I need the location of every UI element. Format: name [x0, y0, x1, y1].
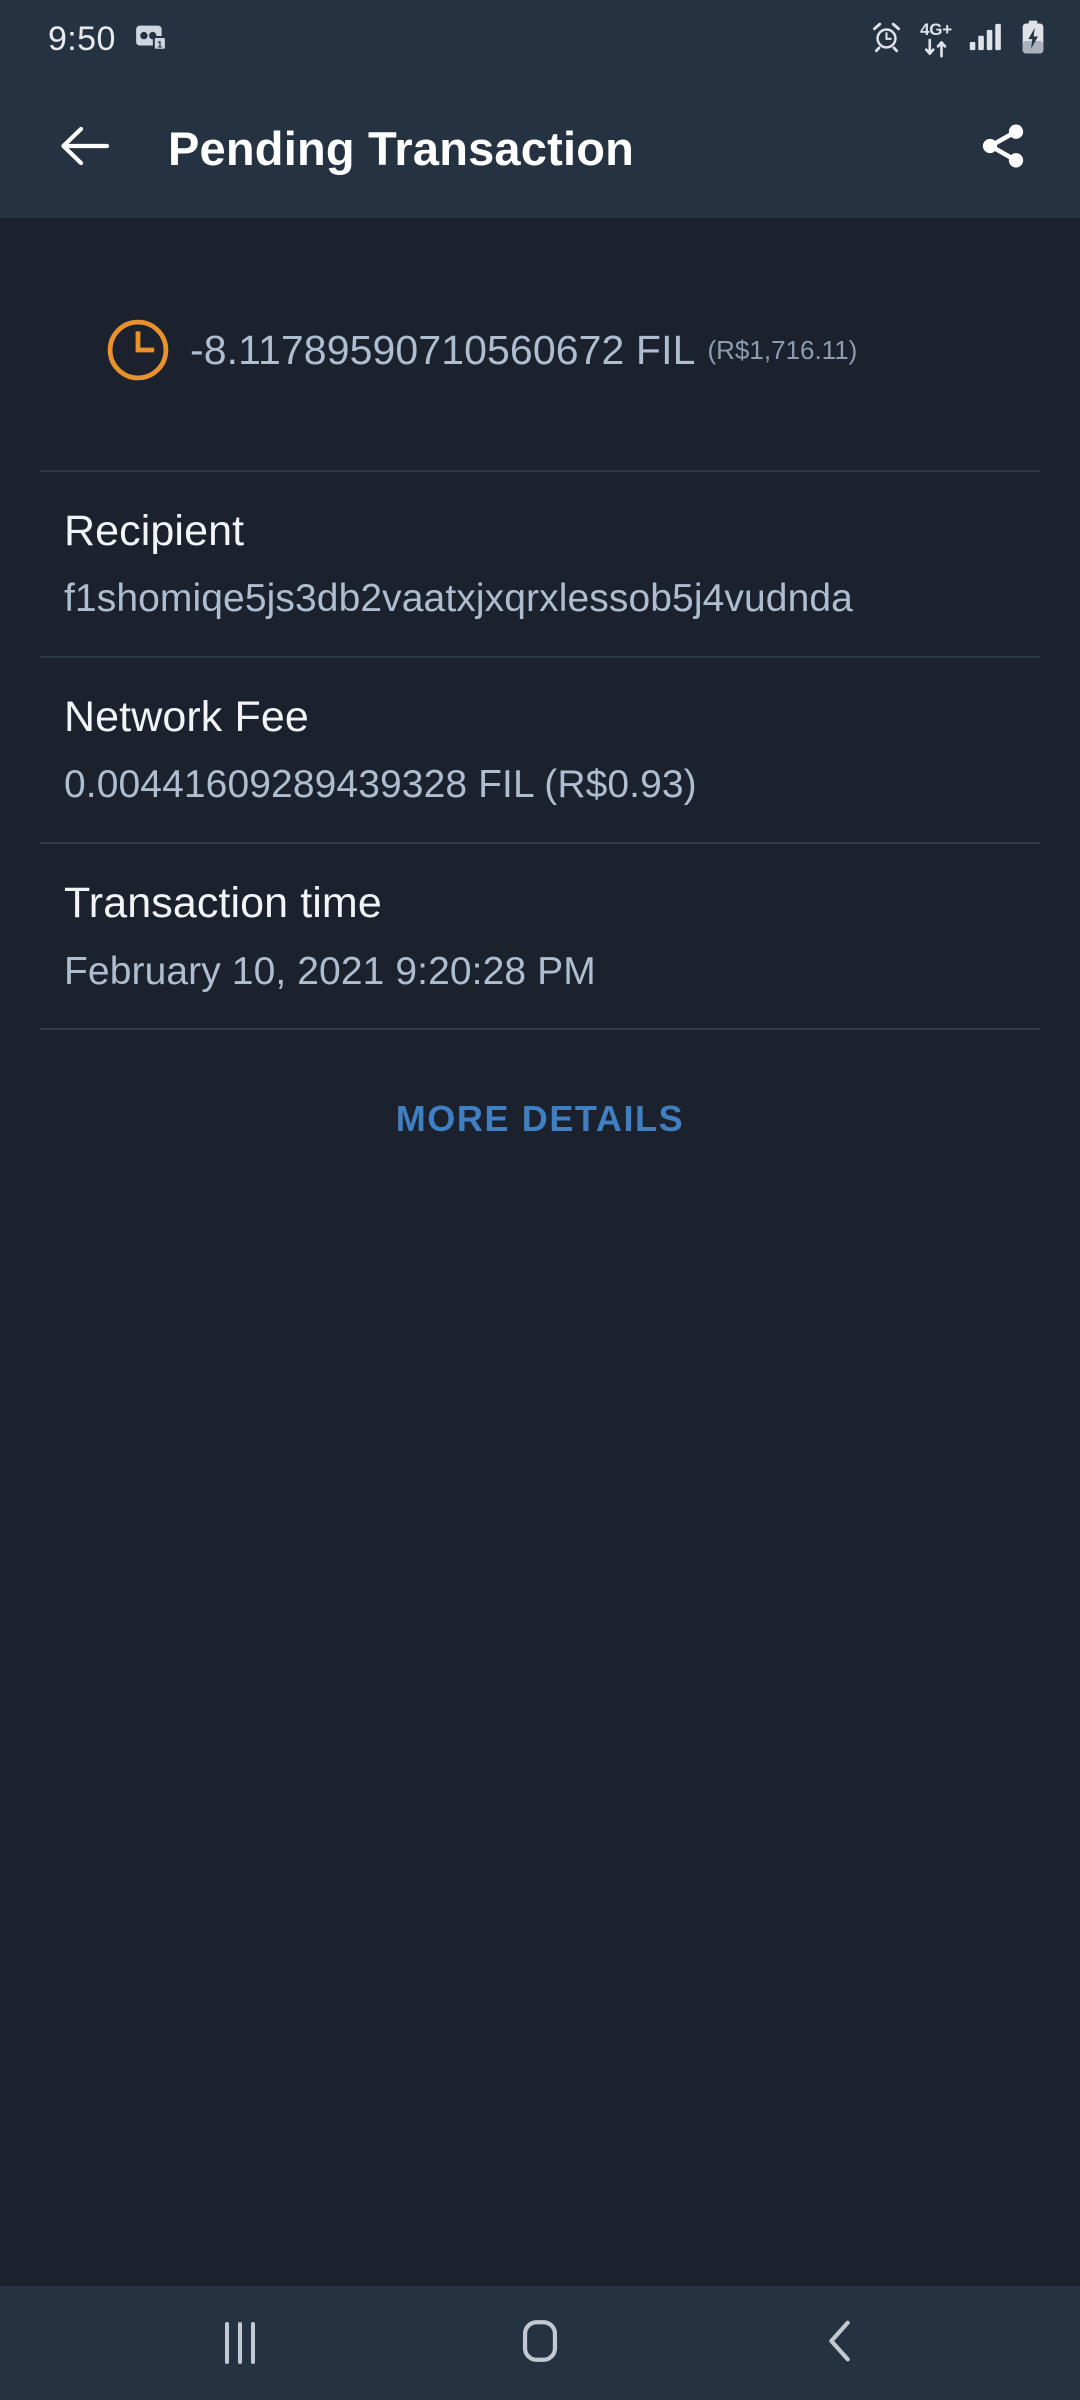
detail-value: February 10, 2021 9:20:28 PM	[64, 949, 596, 993]
status-bar: 9:50 1 4G+	[0, 0, 1080, 78]
detail-row-transaction-time[interactable]: Transaction time February 10, 2021 9:20:…	[0, 844, 1080, 1028]
back-chevron-icon	[818, 2316, 862, 2371]
battery-charging-icon	[1020, 20, 1046, 59]
signal-icon	[969, 22, 1003, 57]
status-bar-clock: 9:50	[48, 19, 116, 58]
transaction-amount: -8.11789590710560672 FIL	[190, 326, 696, 373]
nav-bar-gap	[0, 2250, 1080, 2286]
detail-value: f1shomiqe5js3db2vaatxjxqrxlessob5j4vudnd…	[64, 577, 853, 621]
voicemail-icon: 1	[134, 20, 168, 59]
detail-label: Transaction time	[64, 879, 382, 928]
back-button[interactable]	[46, 109, 124, 187]
share-icon	[977, 120, 1029, 177]
detail-value: 0.00441609289439328 FIL (R$0.93)	[64, 763, 697, 807]
home-icon	[517, 2316, 563, 2371]
back-nav-button[interactable]	[775, 2286, 905, 2400]
more-details-button[interactable]: MORE DETAILS	[372, 1086, 709, 1152]
detail-label: Network Fee	[64, 693, 309, 742]
recents-icon	[225, 2322, 255, 2364]
detail-row-recipient[interactable]: Recipient f1shomiqe5js3db2vaatxjxqrxless…	[0, 472, 1080, 656]
share-button[interactable]	[964, 109, 1042, 187]
status-bar-right: 4G+	[870, 20, 1046, 59]
recents-button[interactable]	[175, 2286, 305, 2400]
transaction-details: -8.11789590710560672 FIL (R$1,716.11) Re…	[0, 218, 1080, 2250]
detail-row-network-fee[interactable]: Network Fee 0.00441609289439328 FIL (R$0…	[0, 658, 1080, 842]
mobile-data-icon: 4G+	[920, 21, 952, 58]
app-bar: Pending Transaction	[0, 78, 1080, 218]
alarm-icon	[870, 20, 903, 58]
pending-clock-icon	[102, 314, 174, 386]
phone-screen: 9:50 1 4G+ Pending Transaction -8.117895…	[0, 0, 1080, 2400]
page-title: Pending Transaction	[168, 121, 635, 175]
arrow-left-icon	[57, 122, 113, 175]
svg-text:1: 1	[157, 39, 162, 49]
android-nav-bar	[0, 2286, 1080, 2400]
network-type-label: 4G+	[920, 19, 952, 39]
transaction-amount-fiat: (R$1,716.11)	[707, 334, 858, 365]
amount-row: -8.11789590710560672 FIL (R$1,716.11)	[0, 218, 1080, 386]
status-bar-left: 9:50 1	[48, 20, 168, 59]
home-button[interactable]	[475, 2286, 605, 2400]
detail-label: Recipient	[64, 507, 245, 555]
more-details-container: MORE DETAILS	[0, 1030, 1080, 1152]
